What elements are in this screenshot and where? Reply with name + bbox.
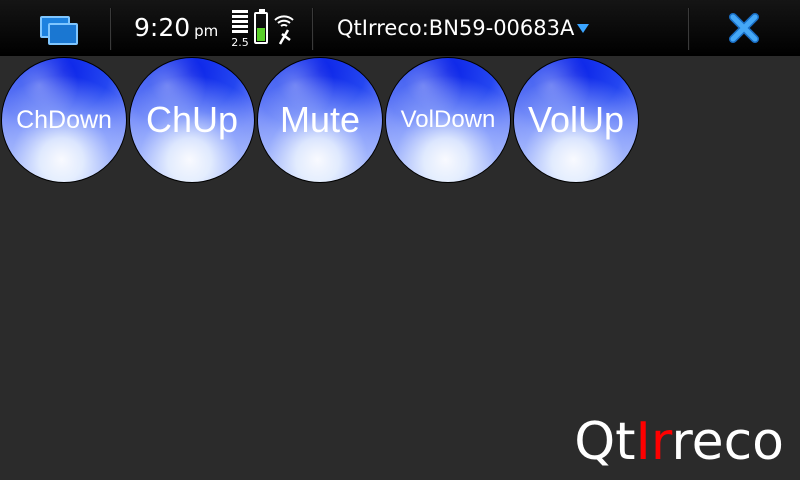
logo-ir: Ir <box>635 412 672 472</box>
voldown-button[interactable]: VolDown <box>385 57 511 183</box>
battery-icon <box>254 9 268 44</box>
dropdown-arrow-icon <box>577 24 589 33</box>
app-title-menu[interactable]: QtIrreco:BN59-00683A <box>315 0 687 56</box>
volup-button[interactable]: VolUp <box>513 57 639 183</box>
clock[interactable]: 9:20 pm <box>134 14 218 45</box>
chup-label: ChUp <box>145 99 239 140</box>
close-icon[interactable] <box>728 12 760 44</box>
divider <box>312 8 313 50</box>
chdown-button[interactable]: ChDown <box>1 57 127 183</box>
mute-label: Mute <box>279 99 361 140</box>
signal-strength-icon: 2.5 <box>230 10 250 48</box>
status-bar: 9:20 pm 2.5 QtIrreco:BN59-00683A <box>0 0 800 56</box>
task-switcher-icon[interactable] <box>36 12 78 45</box>
network-type-label: 2.5 <box>231 36 249 49</box>
window-title: QtIrreco:BN59-00683A <box>337 16 575 40</box>
wifi-icon <box>274 15 294 45</box>
mute-button[interactable]: Mute <box>257 57 383 183</box>
voldown-label: VolDown <box>400 106 496 133</box>
clock-ampm: pm <box>194 22 219 40</box>
divider <box>110 8 111 50</box>
volup-label: VolUp <box>527 99 625 140</box>
chdown-label: ChDown <box>16 105 112 134</box>
app-logo: QtIrreco <box>574 414 784 470</box>
logo-qt: Qt <box>574 412 636 472</box>
clock-time: 9:20 <box>134 13 191 42</box>
chup-button[interactable]: ChUp <box>129 57 255 183</box>
divider <box>688 8 689 50</box>
logo-reco: reco <box>671 412 784 472</box>
